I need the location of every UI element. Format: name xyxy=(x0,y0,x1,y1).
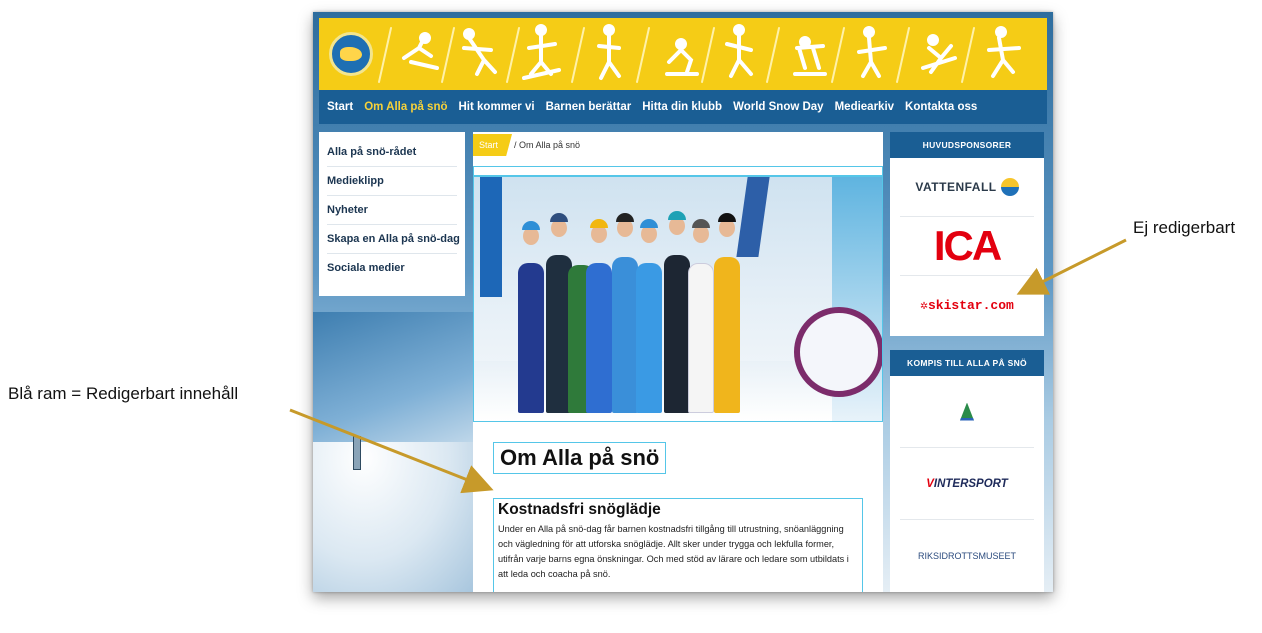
nav-item-start[interactable]: Start xyxy=(327,101,353,113)
sponsor-ica[interactable]: ICA xyxy=(900,217,1034,276)
header-banner xyxy=(319,18,1047,90)
submenu-item-skapa-dag[interactable]: Skapa en Alla på snö-dag xyxy=(327,225,460,254)
section-body: Under en Alla på snö-dag får barnen kost… xyxy=(498,524,849,579)
group-photo xyxy=(473,176,883,422)
sponsor-sidebar: HUVUDSPONSORER VATTENFALL ICA ✲skistar.c… xyxy=(890,132,1044,592)
left-sub-menu: Alla på snö-rådet Medieklipp Nyheter Ska… xyxy=(319,132,465,296)
annotation-editable-content: Blå ram = Redigerbart innehåll xyxy=(8,384,239,403)
main-navigation: Start Om Alla på snö Hit kommer vi Barne… xyxy=(319,90,1047,124)
vattenfall-logo-icon xyxy=(1000,178,1019,196)
nav-item-om-alla-pa-sno[interactable]: Om Alla på snö xyxy=(364,101,447,113)
breadcrumb-start[interactable]: Start xyxy=(473,134,513,156)
nav-item-kontakta-oss[interactable]: Kontakta oss xyxy=(905,101,977,113)
submenu-item-sociala-medier[interactable]: Sociala medier xyxy=(327,254,457,283)
tree-logo-icon xyxy=(960,402,974,421)
sponsor-skistar[interactable]: ✲skistar.com xyxy=(900,276,1034,335)
submenu-item-radet[interactable]: Alla på snö-rådet xyxy=(327,138,457,167)
nav-item-hit-kommer-vi[interactable]: Hit kommer vi xyxy=(459,101,535,113)
partner-intersport[interactable]: VINTERSPORT xyxy=(900,448,1034,520)
breadcrumb-current: / Om Alla på snö xyxy=(514,140,581,150)
nav-item-world-snow-day[interactable]: World Snow Day xyxy=(733,101,824,113)
main-content: Start / Om Alla på snö Om Alla på snö Ko… xyxy=(473,132,883,592)
annotation-non-editable: Ej redigerbart xyxy=(1133,218,1236,237)
editable-frame-top xyxy=(473,166,883,176)
nav-item-barnen-berattar[interactable]: Barnen berättar xyxy=(546,101,632,113)
website-screenshot: Start Om Alla på snö Hit kommer vi Barne… xyxy=(313,12,1053,592)
editable-text-block[interactable]: Kostnadsfri snöglädje Under en Alla på s… xyxy=(493,498,863,592)
main-sponsors-heading: HUVUDSPONSORER xyxy=(890,132,1044,158)
partner-riksidrottsmuseet[interactable]: RIKSIDROTTSMUSEET xyxy=(900,520,1034,592)
sponsor-vattenfall[interactable]: VATTENFALL xyxy=(900,158,1034,217)
nav-item-mediearkiv[interactable]: Mediearkiv xyxy=(835,101,894,113)
partner-skiforbund[interactable] xyxy=(900,376,1034,448)
section-title: Kostnadsfri snöglädje xyxy=(498,501,661,518)
breadcrumb: Start / Om Alla på snö xyxy=(473,134,580,156)
page-title[interactable]: Om Alla på snö xyxy=(493,442,667,474)
skistar-logo: ✲skistar.com xyxy=(920,298,1014,313)
ski-pole-decoration xyxy=(353,436,361,470)
submenu-item-medieklipp[interactable]: Medieklipp xyxy=(327,167,457,196)
skier-figures xyxy=(378,24,1021,83)
submenu-item-nyheter[interactable]: Nyheter xyxy=(327,196,457,225)
nav-item-hitta-din-klubb[interactable]: Hitta din klubb xyxy=(642,101,722,113)
partners-heading: KOMPIS TILL ALLA PÅ SNÖ xyxy=(890,350,1044,376)
